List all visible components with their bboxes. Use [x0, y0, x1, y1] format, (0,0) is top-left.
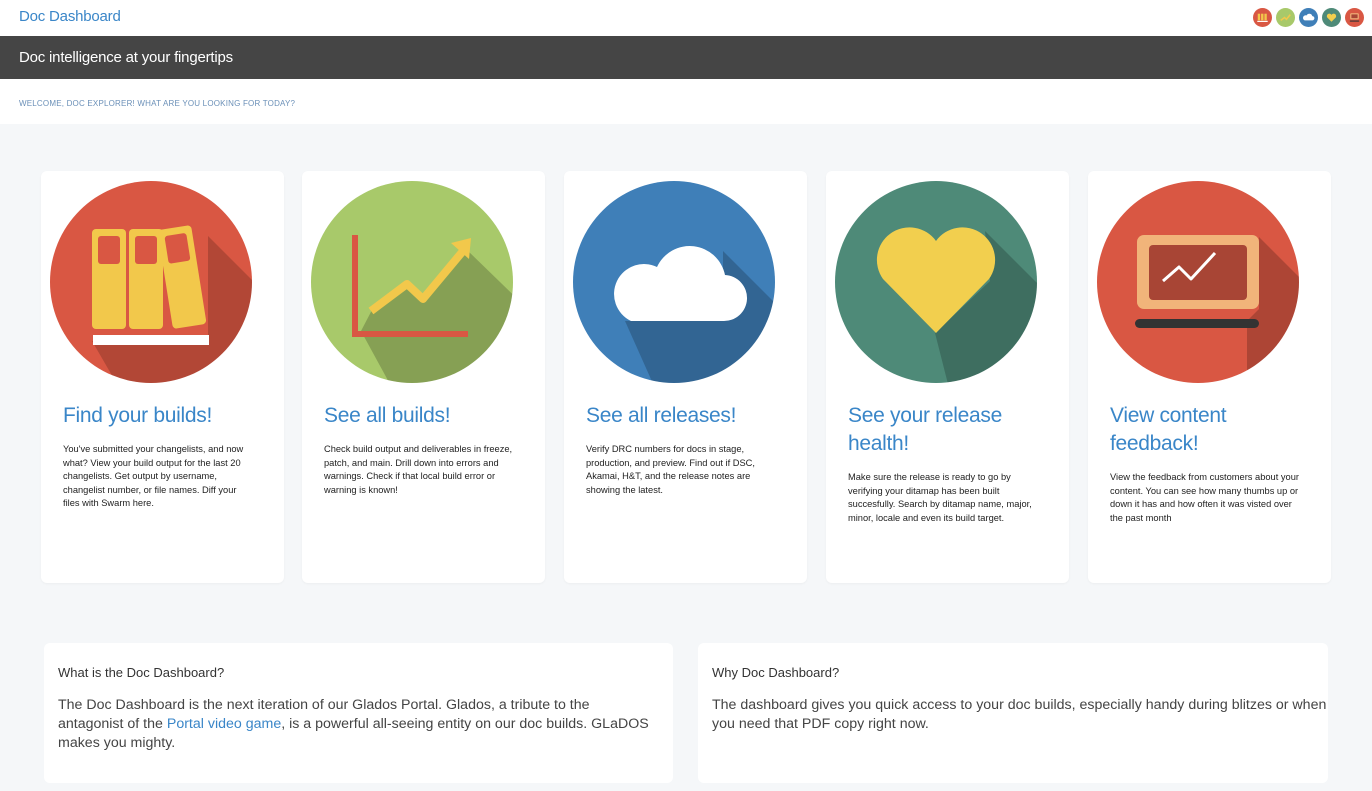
info-why-panel: Why Doc Dashboard? The dashboard gives y… [698, 643, 1328, 783]
info-title: Why Doc Dashboard? [712, 665, 840, 680]
growth-chart-icon [311, 181, 513, 383]
brand-link[interactable]: Doc Dashboard [19, 8, 121, 25]
top-navbar: Doc Dashboard [0, 0, 1372, 36]
card-title[interactable]: Find your builds! [63, 402, 273, 430]
card-see-all-builds[interactable]: See all builds! Check build output and d… [302, 171, 545, 583]
card-find-builds[interactable]: Find your builds! You've submitted your … [41, 171, 284, 583]
chart-nav-icon[interactable] [1276, 8, 1295, 27]
card-content-feedback[interactable]: View content feedback! View the feedback… [1088, 171, 1331, 583]
info-title: What is the Doc Dashboard? [58, 665, 225, 680]
card-description: Check build output and deliverables in f… [324, 444, 513, 495]
top-icon-group [1253, 8, 1364, 27]
heart-icon [835, 181, 1037, 383]
portal-video-game-link[interactable]: Portal video game [167, 716, 281, 732]
laptop-nav-icon[interactable] [1345, 8, 1364, 27]
card-description: Make sure the release is ready to go by … [848, 472, 1032, 523]
tagline: Doc intelligence at your fingertips [19, 49, 233, 66]
heart-nav-icon[interactable] [1322, 8, 1341, 27]
card-title[interactable]: See all releases! [586, 402, 796, 430]
card-see-all-releases[interactable]: See all releases! Verify DRC numbers for… [564, 171, 807, 583]
info-what-panel: What is the Doc Dashboard? The Doc Dashb… [44, 643, 673, 783]
books-nav-icon[interactable] [1253, 8, 1272, 27]
info-text: The dashboard gives you quick access to … [712, 697, 1327, 732]
card-description: You've submitted your changelists, and n… [63, 444, 244, 508]
tagline-banner: Doc intelligence at your fingertips [0, 36, 1372, 79]
card-description: View the feedback from customers about y… [1110, 472, 1299, 523]
card-title[interactable]: See all builds! [324, 402, 534, 430]
cloud-icon [573, 181, 775, 383]
card-title[interactable]: See your release health! [848, 402, 1058, 458]
card-title[interactable]: View content feedback! [1110, 402, 1320, 458]
welcome-bar: WELCOME, DOC EXPLORER! WHAT ARE YOU LOOK… [0, 79, 1372, 124]
info-text: The Doc Dashboard is the next iteration … [58, 696, 658, 753]
welcome-message: WELCOME, DOC EXPLORER! WHAT ARE YOU LOOK… [19, 99, 296, 108]
laptop-chart-icon [1097, 181, 1299, 383]
card-description: Verify DRC numbers for docs in stage, pr… [586, 444, 755, 495]
card-release-health[interactable]: See your release health! Make sure the r… [826, 171, 1069, 583]
books-icon [50, 181, 252, 383]
cloud-nav-icon[interactable] [1299, 8, 1318, 27]
